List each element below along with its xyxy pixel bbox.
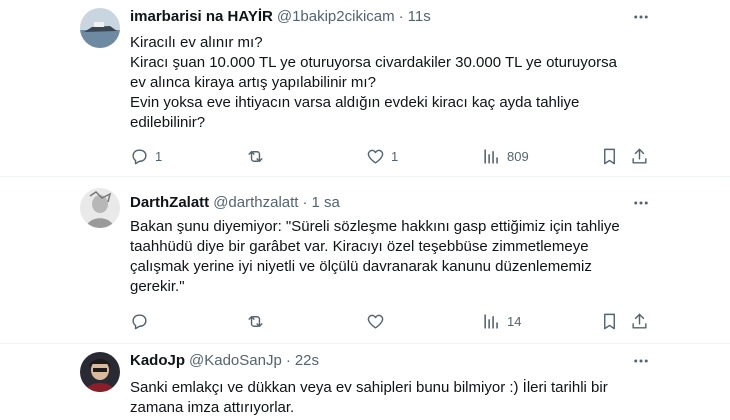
tweet-text: Bakan şunu diyemiyor: "Süreli sözleşme h…	[130, 217, 670, 297]
heart-icon	[367, 314, 384, 329]
action-bar: 14	[130, 310, 650, 332]
author-handle[interactable]: @KadoSanJp	[189, 352, 282, 369]
tweet-text-line: taahhüdü diye bir garâbet var. Kiracıyı …	[130, 238, 589, 255]
more-icon[interactable]	[630, 6, 652, 28]
tweet-text-line: çalışmak yerine iyi niyetli ve ölçülü da…	[130, 258, 592, 275]
view-count: 14	[507, 313, 522, 329]
tweet-text-line: Bakan şunu diyemiyor: "Süreli sözleşme h…	[130, 218, 620, 235]
author-name[interactable]: KadoJp	[130, 352, 185, 369]
separator: ·	[285, 352, 291, 369]
tweet-text: Kiracılı ev alınır mı? Kiracı şuan 10.00…	[130, 33, 670, 133]
like-button[interactable]: 1	[366, 145, 398, 167]
reply-button[interactable]	[130, 310, 155, 332]
view-count: 809	[507, 148, 529, 164]
share-icon	[632, 313, 647, 329]
more-icon[interactable]	[630, 350, 652, 372]
reply-count: 1	[155, 148, 163, 164]
separator: ·	[398, 8, 404, 25]
tweet-text-line: Kiracılı ev alınır mı?	[130, 34, 263, 51]
views-button[interactable]: 809	[482, 145, 529, 167]
views-icon	[484, 148, 498, 164]
views-button[interactable]: 14	[482, 310, 521, 332]
reply-icon	[132, 313, 147, 329]
reply-icon	[132, 148, 147, 164]
timestamp[interactable]: 22s	[295, 352, 319, 369]
more-icon[interactable]	[630, 192, 652, 214]
tweet-text-line: Sanki emlakçı ve dükkan veya ev sahipler…	[130, 379, 608, 396]
bookmark-button[interactable]	[600, 145, 619, 167]
retweet-icon	[248, 315, 263, 327]
tweet[interactable]: DarthZalatt @darthzalatt · 1 sa Bakan şu…	[0, 177, 730, 343]
avatar[interactable]	[80, 352, 120, 392]
retweet-button[interactable]	[246, 145, 271, 167]
avatar[interactable]	[80, 8, 120, 48]
bookmark-icon	[604, 148, 615, 164]
avatar[interactable]	[80, 188, 120, 228]
share-button[interactable]	[630, 145, 649, 167]
tweet-text-line: gerekir."	[130, 278, 185, 295]
retweet-button[interactable]	[246, 310, 271, 332]
timestamp[interactable]: 11s	[408, 8, 431, 25]
author-name[interactable]: imarbarisi na HAYİR	[130, 8, 273, 25]
tweet[interactable]: KadoJp @KadoSanJp · 22s Sanki emlakçı ve…	[0, 344, 730, 420]
tweet-text-line: ev alınca kiraya artış yapılabilinir mı?	[130, 74, 376, 91]
tweet-text: Sanki emlakçı ve dükkan veya ev sahipler…	[130, 378, 670, 418]
tweet-text-line: zamana imza attırıyorlar.	[130, 399, 295, 416]
bookmark-button[interactable]	[600, 310, 619, 332]
author-handle[interactable]: @1bakip2cikicam	[277, 8, 395, 25]
author-name[interactable]: DarthZalatt	[130, 194, 209, 211]
tweet-text-line: edilebilinir?	[130, 114, 206, 131]
tweet[interactable]: imarbarisi na HAYİR @1bakip2cikicam · 11…	[0, 0, 730, 176]
like-count: 1	[391, 148, 399, 164]
author-handle[interactable]: @darthzalatt	[213, 194, 298, 211]
share-button[interactable]	[630, 310, 649, 332]
tweet-text-line: Evin yoksa eve ihtiyacın varsa aldığın e…	[130, 94, 580, 111]
bookmark-icon	[604, 313, 615, 329]
views-icon	[484, 313, 498, 329]
retweet-icon	[248, 150, 263, 162]
action-bar: 1 1 809	[130, 145, 650, 167]
separator: ·	[302, 194, 308, 211]
heart-icon	[367, 149, 384, 164]
tweet-text-line: Kiracı şuan 10.000 TL ye oturuyorsa civa…	[130, 54, 617, 71]
like-button[interactable]	[366, 310, 391, 332]
share-icon	[632, 148, 647, 164]
reply-button[interactable]: 1	[130, 145, 162, 167]
timestamp[interactable]: 1 sa	[311, 194, 339, 211]
